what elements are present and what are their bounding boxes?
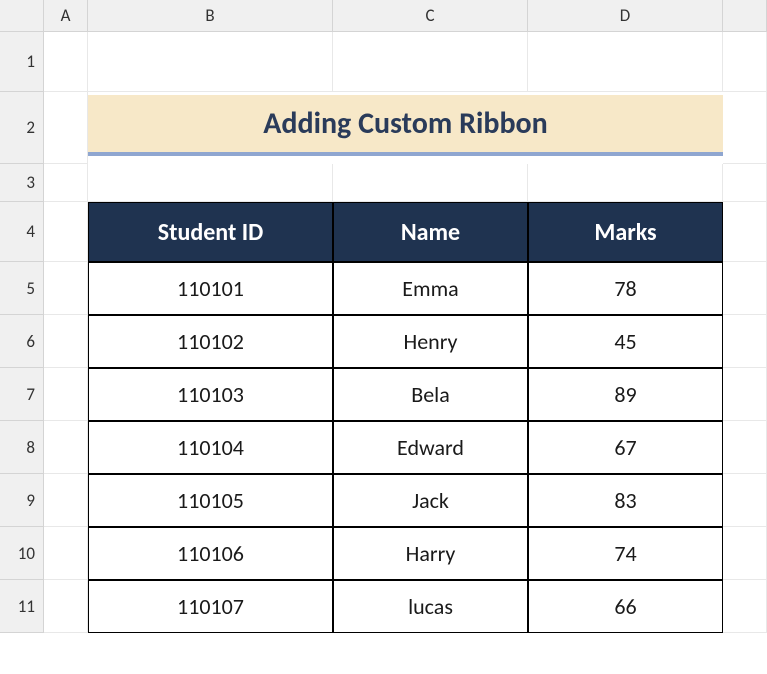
cell-name[interactable]: Harry bbox=[333, 527, 528, 580]
cell[interactable] bbox=[723, 92, 767, 164]
cell-marks[interactable]: 89 bbox=[528, 368, 723, 421]
cell[interactable] bbox=[528, 32, 723, 92]
col-header-a[interactable]: A bbox=[44, 0, 88, 32]
row-header-6[interactable]: 6 bbox=[0, 315, 44, 368]
cell[interactable] bbox=[88, 164, 333, 202]
cell[interactable] bbox=[723, 474, 767, 527]
cell[interactable] bbox=[723, 262, 767, 315]
cell-marks[interactable]: 67 bbox=[528, 421, 723, 474]
cell[interactable] bbox=[44, 527, 88, 580]
col-header-d[interactable]: D bbox=[528, 0, 723, 32]
cell[interactable] bbox=[44, 421, 88, 474]
cell[interactable] bbox=[44, 474, 88, 527]
row-header-3[interactable]: 3 bbox=[0, 164, 44, 202]
cell[interactable] bbox=[723, 315, 767, 368]
cell[interactable] bbox=[723, 580, 767, 633]
table-header-student-id[interactable]: Student ID bbox=[88, 202, 333, 262]
cell[interactable] bbox=[44, 164, 88, 202]
cell-student-id[interactable]: 110105 bbox=[88, 474, 333, 527]
cell[interactable] bbox=[723, 32, 767, 92]
col-header-blank[interactable] bbox=[723, 0, 767, 32]
cell[interactable] bbox=[723, 368, 767, 421]
cell-marks[interactable]: 66 bbox=[528, 580, 723, 633]
cell-student-id[interactable]: 110101 bbox=[88, 262, 333, 315]
cell[interactable] bbox=[528, 164, 723, 202]
table-header-marks[interactable]: Marks bbox=[528, 202, 723, 262]
cell-student-id[interactable]: 110104 bbox=[88, 421, 333, 474]
row-header-10[interactable]: 10 bbox=[0, 527, 44, 580]
row-header-11[interactable]: 11 bbox=[0, 580, 44, 633]
cell-name[interactable]: Bela bbox=[333, 368, 528, 421]
cell[interactable] bbox=[44, 92, 88, 164]
col-header-b[interactable]: B bbox=[88, 0, 333, 32]
cell[interactable] bbox=[723, 421, 767, 474]
cell[interactable] bbox=[723, 164, 767, 202]
cell-name[interactable]: Jack bbox=[333, 474, 528, 527]
table-header-name[interactable]: Name bbox=[333, 202, 528, 262]
row-header-2[interactable]: 2 bbox=[0, 92, 44, 164]
cell[interactable] bbox=[723, 527, 767, 580]
spreadsheet-grid: A B C D 1 2 3 4 5 6 7 8 9 10 11 Adding C… bbox=[0, 0, 767, 633]
cell[interactable] bbox=[44, 368, 88, 421]
cell[interactable] bbox=[333, 164, 528, 202]
row-header-4[interactable]: 4 bbox=[0, 202, 44, 262]
cell[interactable] bbox=[88, 32, 333, 92]
cell-name[interactable]: Henry bbox=[333, 315, 528, 368]
select-all-corner[interactable] bbox=[0, 0, 44, 32]
cell-name[interactable]: Emma bbox=[333, 262, 528, 315]
cell-marks[interactable]: 83 bbox=[528, 474, 723, 527]
row-header-9[interactable]: 9 bbox=[0, 474, 44, 527]
cell-name[interactable]: lucas bbox=[333, 580, 528, 633]
row-header-8[interactable]: 8 bbox=[0, 421, 44, 474]
row-header-7[interactable]: 7 bbox=[0, 368, 44, 421]
cell[interactable] bbox=[44, 202, 88, 262]
cell-marks[interactable]: 78 bbox=[528, 262, 723, 315]
row-header-5[interactable]: 5 bbox=[0, 262, 44, 315]
cell-student-id[interactable]: 110107 bbox=[88, 580, 333, 633]
cell[interactable] bbox=[44, 315, 88, 368]
row-header-1[interactable]: 1 bbox=[0, 32, 44, 92]
cell[interactable] bbox=[44, 262, 88, 315]
cell-marks[interactable]: 74 bbox=[528, 527, 723, 580]
page-title[interactable]: Adding Custom Ribbon bbox=[88, 95, 723, 156]
cell-student-id[interactable]: 110106 bbox=[88, 527, 333, 580]
cell[interactable] bbox=[44, 580, 88, 633]
cell[interactable] bbox=[723, 202, 767, 262]
col-header-c[interactable]: C bbox=[333, 0, 528, 32]
cell-name[interactable]: Edward bbox=[333, 421, 528, 474]
cell[interactable] bbox=[44, 32, 88, 92]
cell-marks[interactable]: 45 bbox=[528, 315, 723, 368]
cell-student-id[interactable]: 110102 bbox=[88, 315, 333, 368]
cell-student-id[interactable]: 110103 bbox=[88, 368, 333, 421]
cell[interactable] bbox=[333, 32, 528, 92]
